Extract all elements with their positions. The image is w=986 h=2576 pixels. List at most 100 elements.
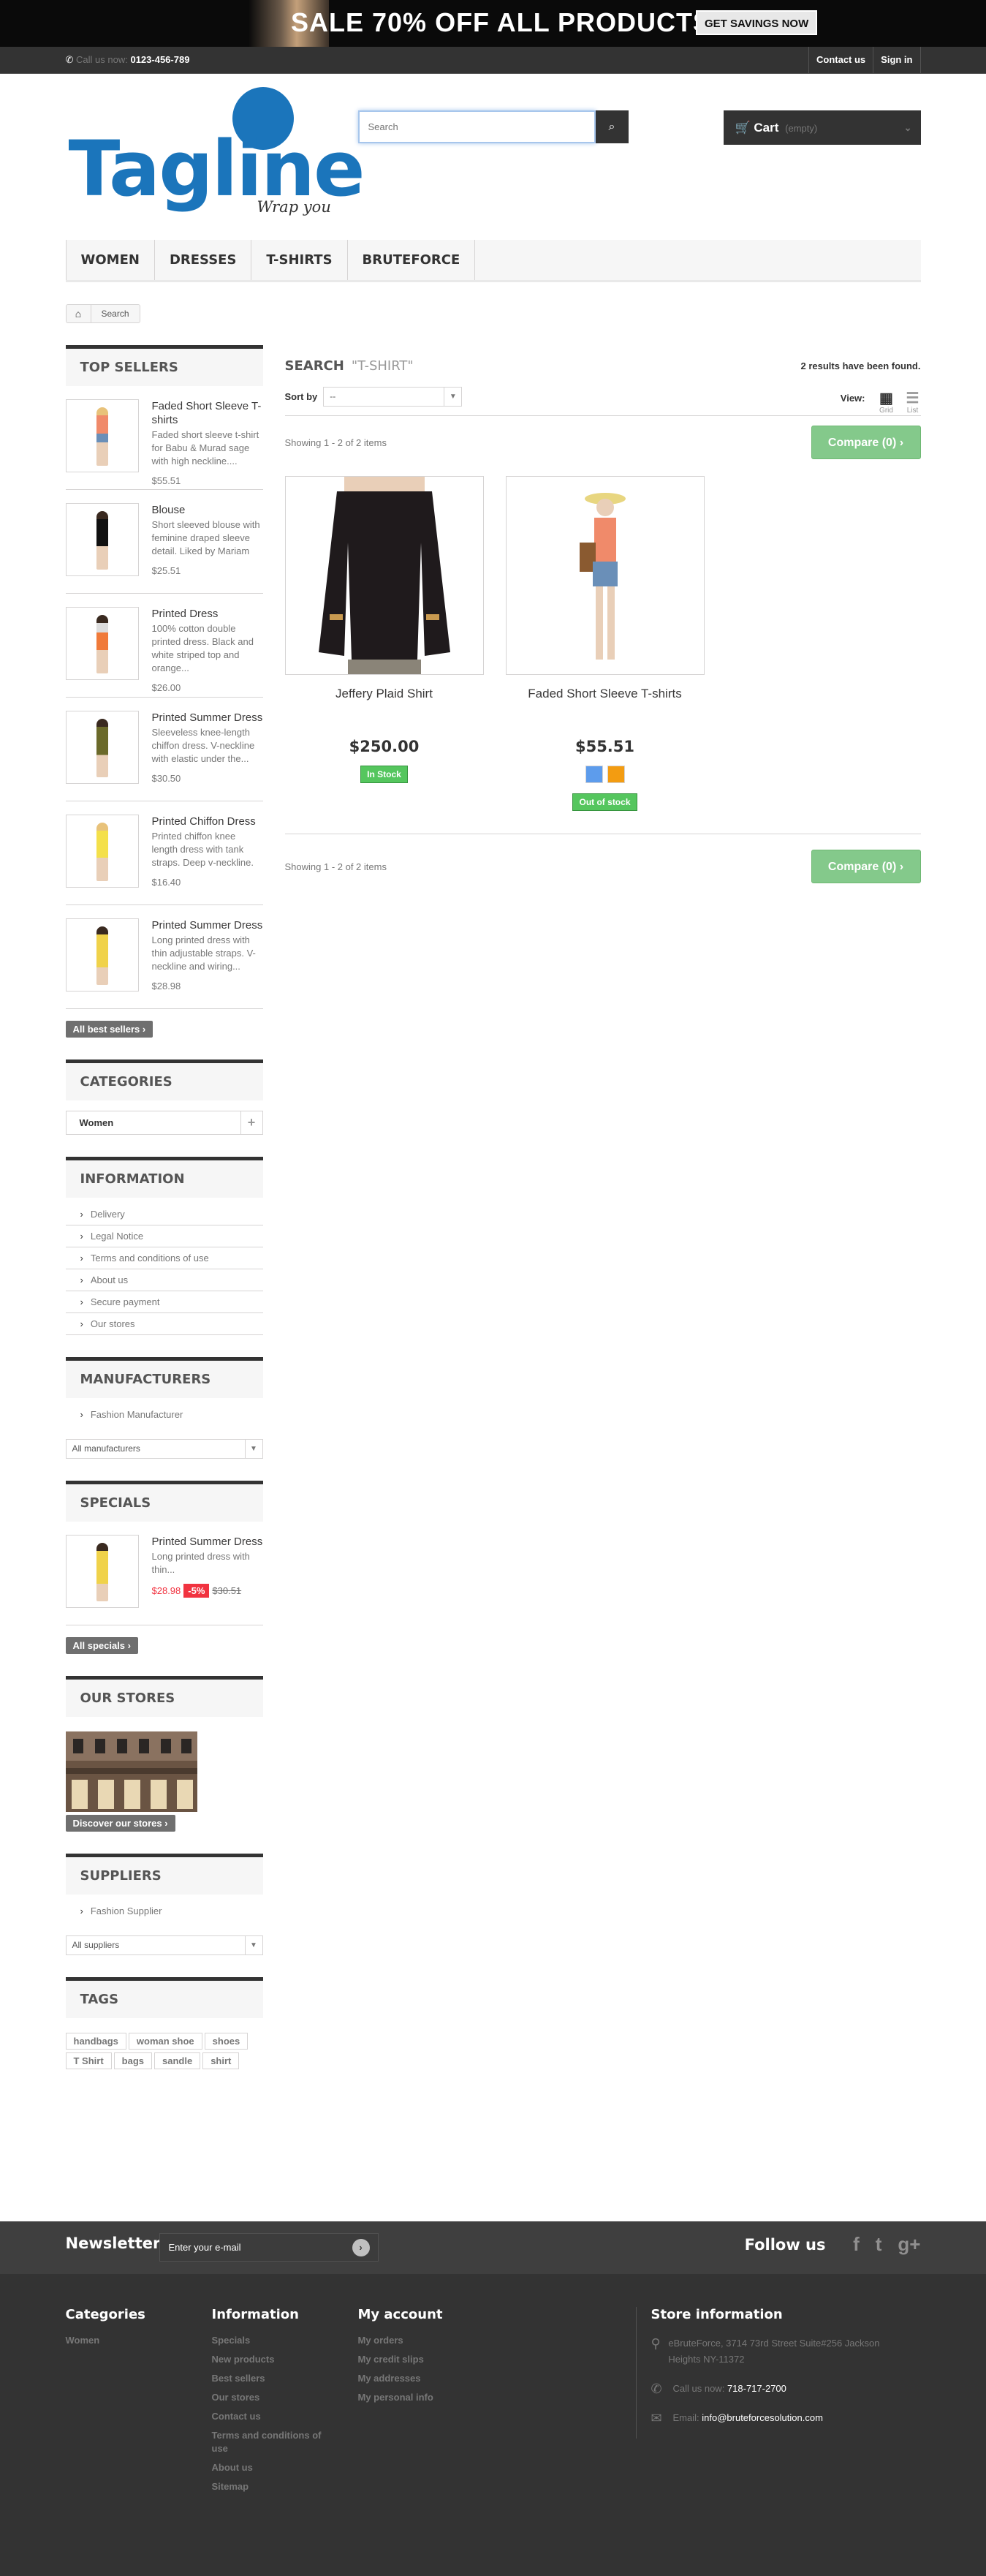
tag-link[interactable]: bags xyxy=(113,2052,153,2069)
footer-link[interactable]: My credit slips xyxy=(358,2353,443,2366)
product-name[interactable]: Printed Summer Dress xyxy=(152,711,263,725)
store-image[interactable] xyxy=(65,1731,197,1812)
search-input[interactable] xyxy=(357,110,596,143)
expand-icon[interactable]: + xyxy=(240,1111,262,1134)
info-link-terms[interactable]: Terms and conditions of use xyxy=(65,1247,263,1269)
info-link-legal[interactable]: Legal Notice xyxy=(65,1225,263,1247)
footer-link[interactable]: New products xyxy=(212,2353,336,2366)
compare-label: Compare (0) xyxy=(827,861,897,873)
tag-link[interactable]: sandle xyxy=(154,2052,201,2069)
footer-link[interactable]: Terms and conditions of use xyxy=(212,2429,336,2455)
footer-link[interactable]: Contact us xyxy=(212,2410,336,2423)
tag-link[interactable]: T Shirt xyxy=(65,2052,112,2069)
home-icon[interactable]: ⌂ xyxy=(67,305,91,322)
manufacturers-select-value: All manufacturers xyxy=(72,1443,140,1454)
manufacturer-link[interactable]: Fashion Manufacturer xyxy=(66,1404,263,1426)
facebook-icon[interactable]: f xyxy=(853,2233,860,2256)
product-image[interactable] xyxy=(284,476,484,675)
product-name[interactable]: Blouse xyxy=(152,503,263,517)
info-link-delivery[interactable]: Delivery xyxy=(65,1204,263,1225)
product-desc: Sleeveless knee-length chiffon dress. V-… xyxy=(151,727,255,764)
menu-tshirts[interactable]: T-SHIRTS xyxy=(251,240,348,280)
list-item[interactable]: Printed Summer Dress Long printed dress w… xyxy=(65,905,263,1009)
product-thumbnail[interactable] xyxy=(65,711,139,784)
cart-icon: 🛒 xyxy=(735,121,751,135)
our-stores-block: OUR STORES Discover our stores › xyxy=(65,1676,263,1832)
sort-value: -- xyxy=(330,391,336,401)
list-item[interactable]: Faded Short Sleeve T-shirts Faded short s… xyxy=(65,386,263,490)
suppliers-select[interactable]: All suppliers ▼ xyxy=(65,1935,263,1955)
product-name[interactable]: Faded Short Sleeve T-shirts xyxy=(152,399,263,427)
sign-in-link[interactable]: Sign in xyxy=(873,47,921,73)
list-view-icon[interactable]: ☰ List xyxy=(905,389,921,415)
footer-link[interactable]: Our stores xyxy=(212,2391,336,2404)
newsletter-input[interactable]: Enter your e-mail xyxy=(159,2233,379,2262)
discover-stores-button[interactable]: Discover our stores › xyxy=(65,1815,175,1832)
tag-link[interactable]: shoes xyxy=(204,2033,249,2050)
contact-us-link[interactable]: Contact us xyxy=(808,47,873,73)
compare-button[interactable]: Compare (0) › xyxy=(811,426,921,459)
grid-view-icon[interactable]: ▦ Grid xyxy=(879,389,895,415)
info-link-secure-payment[interactable]: Secure payment xyxy=(65,1291,263,1313)
search-button[interactable]: ⌕ xyxy=(595,110,629,143)
product-thumbnail[interactable] xyxy=(65,399,139,472)
menu-bruteforce[interactable]: BRUTEFORCE xyxy=(348,240,476,280)
swatch-blue[interactable] xyxy=(585,766,603,783)
newsletter-title: Newsletter xyxy=(65,2235,161,2252)
twitter-icon[interactable]: t xyxy=(876,2233,882,2256)
product-thumbnail[interactable] xyxy=(65,607,139,680)
newsletter-submit-icon[interactable]: › xyxy=(352,2239,370,2256)
tshirt-model-image xyxy=(579,493,626,660)
footer-account-title: My account xyxy=(357,2307,443,2322)
product-name[interactable]: Printed Summer Dress xyxy=(152,918,263,932)
promo-banner[interactable]: SALE 70% OFF ALL PRODUCTS GET SAVINGS NO… xyxy=(0,0,986,47)
tag-link[interactable]: woman shoe xyxy=(128,2033,202,2050)
product-thumbnail[interactable] xyxy=(65,815,139,888)
product-name[interactable]: Jeffery Plaid Shirt xyxy=(285,687,484,701)
menu-women[interactable]: WOMEN xyxy=(65,240,155,280)
chevron-down-icon: ▼ xyxy=(244,1440,262,1458)
list-item[interactable]: Printed Summer Dress Sleeveless knee-leng… xyxy=(65,698,263,801)
cart-button[interactable]: 🛒 Cart (empty) ⌄ xyxy=(723,110,921,145)
product-name[interactable]: Faded Short Sleeve T-shirts xyxy=(506,687,705,701)
store-email[interactable]: info@bruteforcesolution.com xyxy=(702,2412,823,2423)
all-specials-button[interactable]: All specials › xyxy=(65,1637,139,1654)
sort-select[interactable]: -- ▼ xyxy=(323,387,463,407)
product-name[interactable]: Printed Summer Dress xyxy=(152,1535,263,1549)
footer-link[interactable]: Sitemap xyxy=(212,2480,336,2493)
manufacturers-select[interactable]: All manufacturers ▼ xyxy=(65,1439,263,1459)
info-link-about[interactable]: About us xyxy=(65,1269,263,1291)
get-savings-button[interactable]: GET SAVINGS NOW xyxy=(696,10,818,35)
footer-link[interactable]: My orders xyxy=(358,2334,443,2347)
list-item[interactable]: Printed Chiffon Dress Printed chiffon kne… xyxy=(65,801,263,905)
site-logo[interactable]: Tagline Wrap you xyxy=(66,87,365,222)
product-name[interactable]: Printed Dress xyxy=(152,607,263,621)
footer-link[interactable]: Best sellers xyxy=(212,2372,336,2385)
product-price: $55.51 xyxy=(151,475,181,486)
footer-link[interactable]: Specials xyxy=(212,2334,336,2347)
product-thumbnail[interactable] xyxy=(65,1535,139,1608)
footer-link[interactable]: Women xyxy=(66,2334,145,2347)
swatch-orange[interactable] xyxy=(607,766,625,783)
info-link-our-stores[interactable]: Our stores xyxy=(65,1313,263,1335)
product-thumbnail[interactable] xyxy=(65,918,139,992)
list-item[interactable]: Printed Dress 100% cotton double printed … xyxy=(65,594,263,698)
product-card[interactable]: Jeffery Plaid Shirt $250.00 In Stock xyxy=(284,476,484,804)
footer-link[interactable]: About us xyxy=(212,2461,336,2474)
product-thumbnail[interactable] xyxy=(65,503,139,576)
footer-link[interactable]: My addresses xyxy=(358,2372,443,2385)
product-card[interactable]: Faded Short Sleeve T-shirts $55.51 Out o… xyxy=(505,476,705,811)
footer-link[interactable]: My personal info xyxy=(358,2391,443,2404)
list-item[interactable]: Printed Summer Dress Long printed dress … xyxy=(65,1522,263,1625)
google-plus-icon[interactable]: g+ xyxy=(898,2233,920,2256)
list-item[interactable]: Blouse Short sleeved blouse with feminine… xyxy=(65,490,263,594)
compare-button-bottom[interactable]: Compare (0) › xyxy=(811,850,921,883)
product-name[interactable]: Printed Chiffon Dress xyxy=(152,815,263,828)
tag-link[interactable]: handbags xyxy=(65,2033,126,2050)
supplier-link[interactable]: Fashion Supplier xyxy=(66,1900,263,1922)
product-image[interactable] xyxy=(505,476,705,675)
tag-link[interactable]: shirt xyxy=(202,2052,240,2069)
menu-dresses[interactable]: DRESSES xyxy=(155,240,252,280)
all-best-sellers-button[interactable]: All best sellers › xyxy=(65,1021,153,1038)
category-women[interactable]: Women + xyxy=(65,1111,263,1135)
